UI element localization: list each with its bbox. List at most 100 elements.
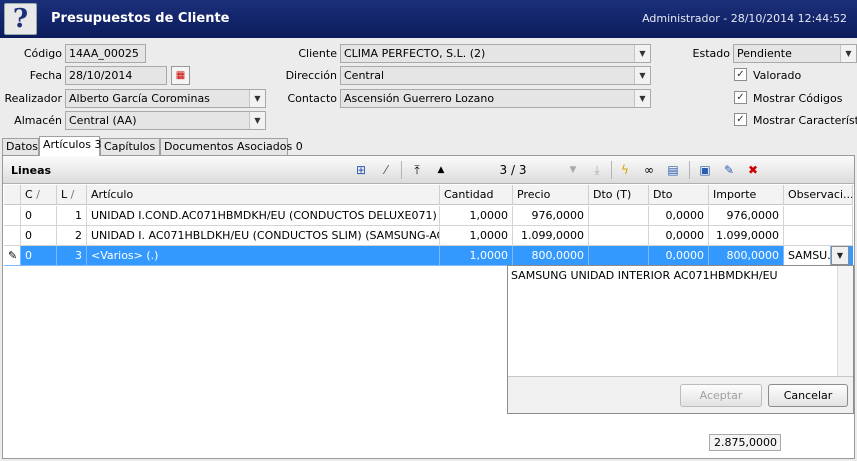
codigo-label: Código [23,47,62,60]
memo-text[interactable]: SAMSUNG UNIDAD INTERIOR AC071HBMDKH/EU [511,269,778,282]
codigo-field[interactable]: 14AA_00025 [65,44,146,63]
direccion-combo[interactable]: Central ▼ [340,66,651,85]
memo-footer: Aceptar Cancelar [508,376,853,413]
table-row-selected[interactable]: ✎ 0 3 <Varios> (.) 1,0000 800,0000 0,000… [4,246,853,266]
cell-importe: 976,0000 [709,206,784,226]
cell-observaciones-editor[interactable]: SAMSU... [784,246,831,266]
previous-record-icon[interactable]: ▲ [433,162,449,178]
last-record-icon[interactable]: ⤓ [589,162,605,178]
wand-icon[interactable]: ⁄ [378,162,394,178]
mostrar-codigos-checkbox[interactable]: ✓ [734,91,747,104]
cell-dto-t [589,226,649,246]
help-question-icon: ? [4,3,37,35]
window-title: Presupuestos de Cliente [51,11,230,26]
cell-importe: 1.099,0000 [709,226,784,246]
tree-icon[interactable]: ⊞ [353,162,369,178]
user-date-label: Administrador - 28/10/2014 12:44:52 [642,12,847,25]
table-row[interactable]: 0 2 UNIDAD I. AC071HBLDKH/EU (CONDUCTOS … [4,226,853,246]
chevron-down-icon[interactable]: ▼ [634,90,650,107]
row-indicator [4,226,21,246]
cell-dto: 0,0000 [649,246,709,266]
lines-title: Lineas [11,164,52,177]
table-row[interactable]: 0 1 UNIDAD I.COND.AC071HBMDKH/EU (CONDUC… [4,206,853,226]
col-l-label: L [61,188,68,201]
cancel-button[interactable]: Cancelar [768,384,848,407]
grid-header: C / L / Artículo Cantidad Precio Dto (T)… [4,185,853,205]
realizador-value: Alberto García Corominas [69,92,210,105]
cell-dto-t [589,206,649,226]
cell-precio: 800,0000 [513,246,589,266]
tab-documentos-asociados[interactable]: Documentos Asociados 0 [160,138,303,155]
lightning-icon[interactable]: ϟ [617,162,633,178]
estado-value: Pendiente [737,47,792,60]
accept-button[interactable]: Aceptar [680,384,762,407]
observaciones-popup: SAMSUNG UNIDAD INTERIOR AC071HBMDKH/EU A… [507,265,854,414]
realizador-combo[interactable]: Alberto García Corominas ▼ [65,89,266,108]
cliente-combo[interactable]: CLIMA PERFECTO, S.L. (2) ▼ [340,44,651,63]
cell-precio: 1.099,0000 [513,226,589,246]
mostrar-caracteristicas-label: Mostrar Característic [753,114,857,127]
tab-capitulos[interactable]: Capítulos 1 [100,138,166,155]
col-articulo[interactable]: Artículo [87,185,440,205]
memo-scrollbar[interactable] [837,266,853,376]
new-document-icon[interactable]: ▣ [697,162,713,178]
fecha-label: Fecha [29,69,62,82]
chevron-down-icon[interactable]: ▼ [831,246,849,265]
cell-c: 0 [21,206,57,226]
col-c-label: C [25,188,33,201]
cell-cantidad: 1,0000 [440,206,513,226]
cell-observaciones [784,206,853,226]
tab-datos[interactable]: Datos [2,138,39,155]
col-cantidad[interactable]: Cantidad [440,185,513,205]
calendar-icon[interactable]: ▦ [171,66,190,85]
total-importe: 2.875,0000 [709,434,781,451]
cell-importe: 800,0000 [709,246,784,266]
tab-articulos[interactable]: Artículos 3 [39,136,101,156]
chevron-down-icon[interactable]: ▼ [634,45,650,62]
columns-icon[interactable]: ▤ [665,162,681,178]
col-l[interactable]: L / [57,185,87,205]
edit-pencil-icon: ✎ [4,246,21,266]
mostrar-caracteristicas-checkbox[interactable]: ✓ [734,113,747,126]
contacto-label: Contacto [287,92,337,105]
chevron-down-icon[interactable]: ▼ [249,112,265,129]
estado-combo[interactable]: Pendiente ▼ [733,44,857,63]
col-observaciones[interactable]: Observaci... [784,185,853,205]
cell-precio: 976,0000 [513,206,589,226]
col-precio[interactable]: Precio [513,185,589,205]
next-record-icon[interactable]: ▼ [565,162,581,178]
chevron-down-icon[interactable]: ▼ [634,67,650,84]
col-c[interactable]: C / [21,185,57,205]
chevron-down-icon[interactable]: ▼ [249,90,265,107]
binoculars-icon[interactable]: ∞ [641,162,657,178]
cell-l: 1 [57,206,87,226]
col-importe[interactable]: Importe [709,185,784,205]
cell-articulo: <Varios> (.) [87,246,440,266]
chevron-down-icon[interactable]: ▼ [840,45,856,62]
first-record-icon[interactable]: ⤒ [409,162,425,178]
cell-c: 0 [21,246,57,266]
cliente-label: Cliente [298,47,337,60]
toolbar-separator [401,161,402,179]
fecha-field[interactable]: 28/10/2014 [65,66,167,85]
contacto-value: Ascensión Guerrero Lozano [344,92,495,105]
delete-icon[interactable]: ✖ [745,162,761,178]
valorado-checkbox[interactable]: ✓ [734,68,747,81]
cell-dto: 0,0000 [649,226,709,246]
cell-observaciones [784,226,853,246]
cell-dto: 0,0000 [649,206,709,226]
estado-label: Estado [692,47,730,60]
almacen-label: Almacén [14,114,62,127]
contacto-combo[interactable]: Ascensión Guerrero Lozano ▼ [340,89,651,108]
cell-l: 2 [57,226,87,246]
edit-document-icon[interactable]: ✎ [721,162,737,178]
cell-articulo: UNIDAD I. AC071HBLDKH/EU (CONDUCTOS SLIM… [87,226,440,246]
toolbar-separator [689,161,690,179]
valorado-label: Valorado [753,69,802,82]
cell-cantidad: 1,0000 [440,246,513,266]
col-dto[interactable]: Dto [649,185,709,205]
lines-toolbar: Lineas ⊞ ⁄ ⤒ ▲ 3 / 3 ▼ ⤓ ϟ ∞ ▤ ▣ ✎ ✖ [3,156,854,184]
col-dto-t[interactable]: Dto (T) [589,185,649,205]
cliente-value: CLIMA PERFECTO, S.L. (2) [344,47,486,60]
almacen-combo[interactable]: Central (AA) ▼ [65,111,266,130]
